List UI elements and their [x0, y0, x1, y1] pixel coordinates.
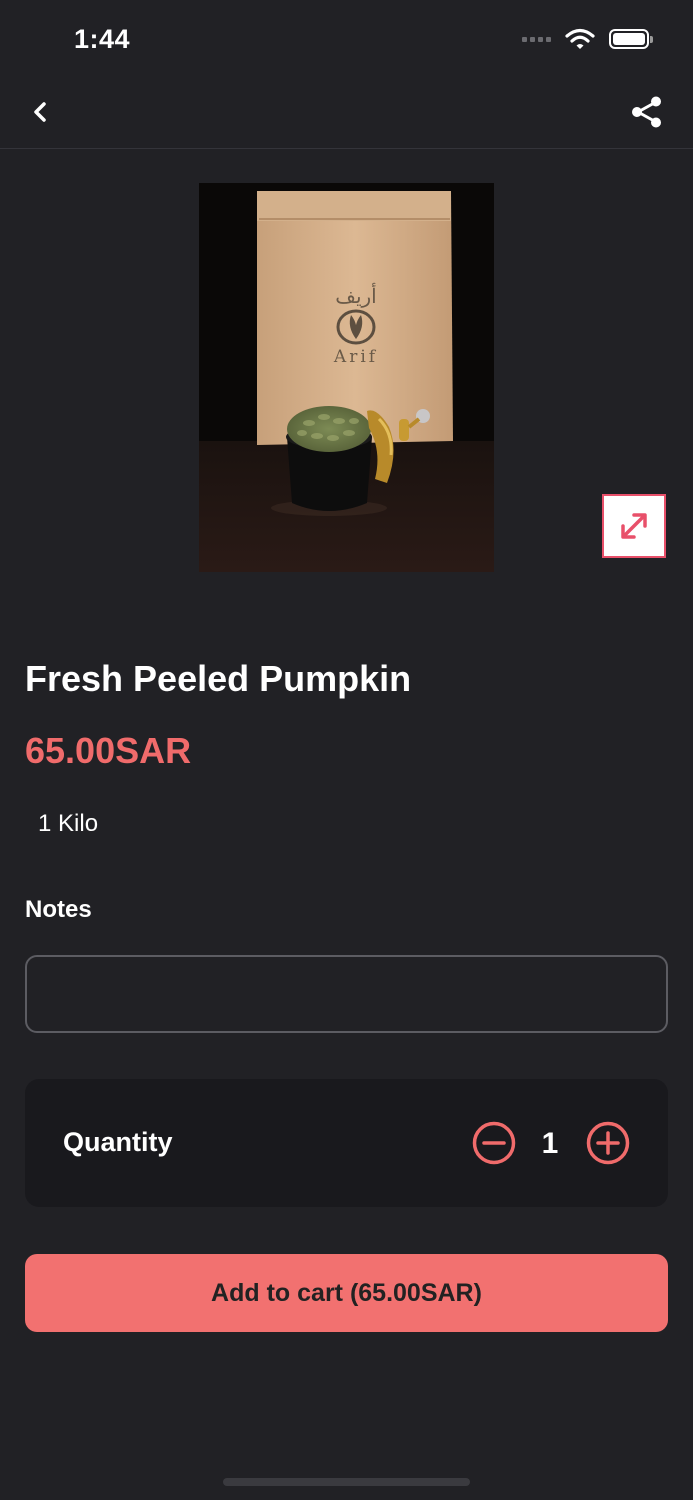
chevron-left-icon [34, 102, 46, 122]
quantity-label: Quantity [63, 1127, 173, 1157]
wifi-icon [565, 28, 595, 49]
expand-icon [621, 513, 647, 539]
status-time: 1:44 [74, 24, 131, 54]
product-title: Fresh Peeled Pumpkin [25, 658, 412, 699]
minus-circle-icon [472, 1121, 516, 1165]
package-arabic-text: أريف [335, 282, 376, 308]
cellular-signal-icon [522, 36, 551, 42]
home-indicator[interactable] [223, 1478, 470, 1486]
expand-image-button[interactable] [602, 494, 666, 558]
product-unit: 1 Kilo [38, 810, 99, 837]
notes-input[interactable] [25, 955, 668, 1033]
status-icons [522, 28, 653, 50]
package-brand-text: Arif [333, 347, 378, 367]
increase-quantity-button[interactable] [585, 1120, 631, 1166]
battery-icon [609, 29, 653, 49]
share-button[interactable] [627, 92, 667, 132]
status-bar: 1:44 [0, 0, 693, 80]
notes-label: Notes [25, 896, 92, 923]
decrease-quantity-button[interactable] [471, 1120, 517, 1166]
quantity-value: 1 [541, 1127, 559, 1160]
quantity-card: Quantity 1 [25, 1079, 668, 1207]
nav-bar [0, 80, 693, 149]
back-button[interactable] [22, 92, 58, 132]
product-image[interactable]: أريف Arif [199, 183, 494, 572]
add-to-cart-button[interactable]: Add to cart (65.00SAR) [25, 1254, 668, 1332]
share-icon [632, 96, 661, 128]
plus-circle-icon [586, 1121, 630, 1165]
product-price: 65.00SAR [25, 730, 192, 771]
product-photo: أريف Arif [199, 183, 494, 572]
